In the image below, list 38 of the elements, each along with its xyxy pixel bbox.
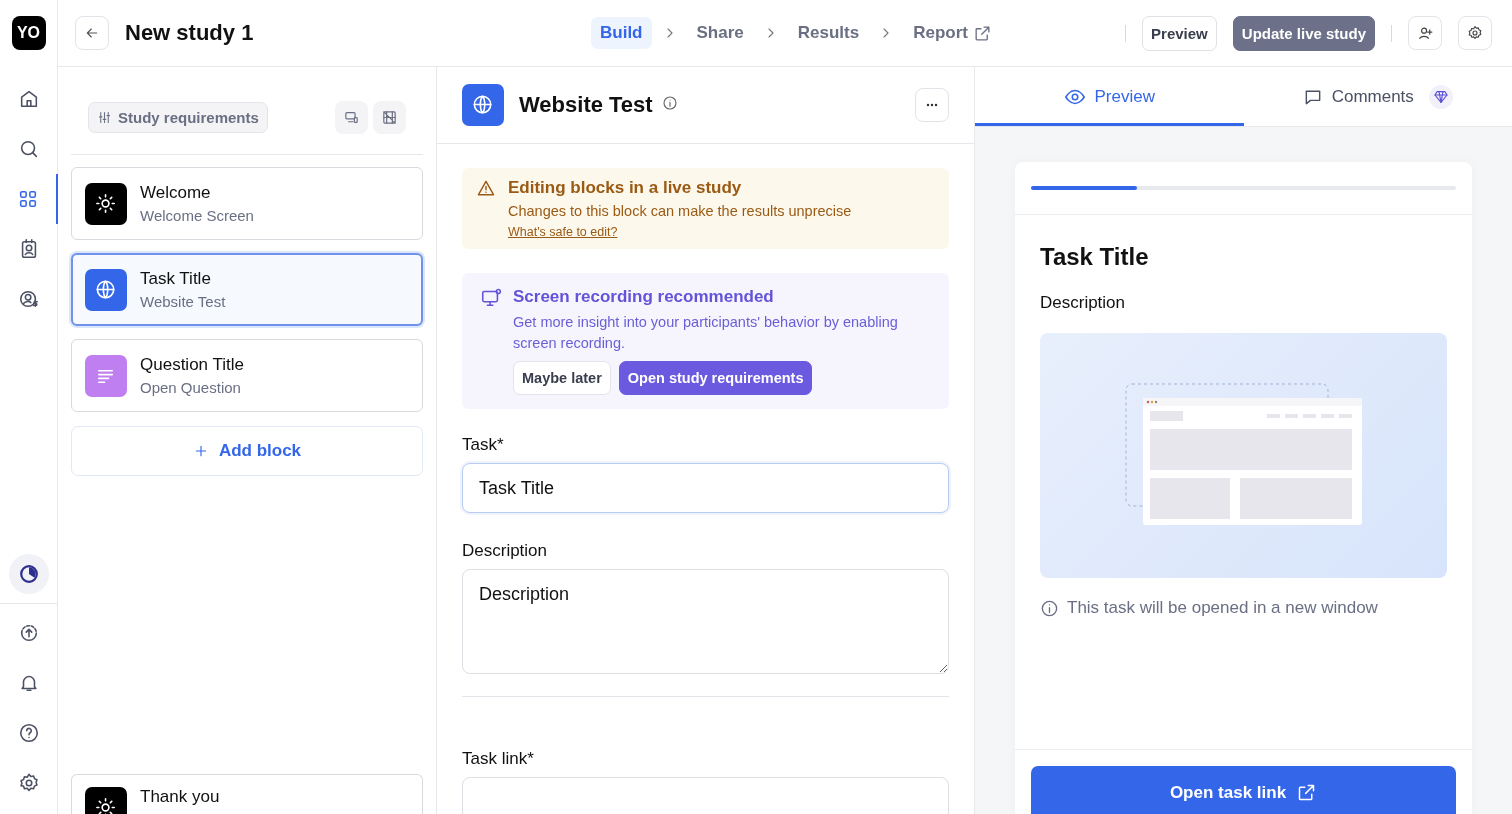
field-label: Task link* (462, 749, 535, 769)
dismiss-button[interactable]: Maybe later (513, 361, 611, 395)
block-title: Thank you (140, 787, 220, 807)
block-heading: Website Test (519, 92, 653, 118)
warning-text: Changes to this block can make the results unprecise (508, 203, 852, 219)
block-title: Question Title (140, 355, 244, 375)
step-tab[interactable]: Share (687, 17, 753, 49)
block-card[interactable]: Task Title Website Test (71, 253, 423, 326)
block-type: Welcome Screen (140, 207, 254, 224)
block-card[interactable]: Question Title Open Question (71, 339, 423, 412)
new-window-note: This task will be opened in a new window (1067, 598, 1378, 618)
step-tab[interactable]: Report (904, 17, 1001, 49)
block-type: Open Question (140, 379, 242, 396)
field-label: Description (462, 541, 549, 561)
block-card[interactable]: Thank you (71, 774, 423, 814)
open-task-link-button[interactable]: Open task link (1031, 766, 1456, 814)
block-title: Welcome (140, 183, 212, 203)
block-type: Website Test (140, 293, 226, 310)
description-field[interactable]: Description (462, 569, 949, 674)
study-title: New study 1 (125, 20, 254, 46)
step-tab[interactable]: Build (591, 17, 652, 49)
block-card[interactable]: Welcome Welcome Screen (71, 167, 423, 240)
block-title: Task Title (140, 269, 212, 289)
task-heading: Task Title (1040, 243, 1150, 271)
logo[interactable]: YO (11, 16, 46, 50)
preview-button[interactable]: Preview (1142, 15, 1217, 51)
add-block-button[interactable]: Add block (71, 426, 423, 476)
open-requirements-button[interactable]: Open study requirements (618, 361, 813, 395)
field-label: Task* (462, 435, 505, 455)
update-button[interactable]: Update live study (1232, 15, 1375, 51)
task-field[interactable]: Task Title (462, 463, 949, 513)
recommendation-text: Get more insight into your participants' behavior by enabling screen recording. (513, 313, 899, 353)
recommendation-title: Screen recording recommended (513, 287, 775, 307)
warning-title: Editing blocks in a live study (508, 178, 743, 198)
help-link[interactable]: What's safe to edit? (508, 225, 618, 239)
task-description: Description (1040, 293, 1127, 313)
study-requirements-button[interactable]: Study requirements (88, 102, 268, 133)
step-tab[interactable]: Results (788, 17, 869, 49)
